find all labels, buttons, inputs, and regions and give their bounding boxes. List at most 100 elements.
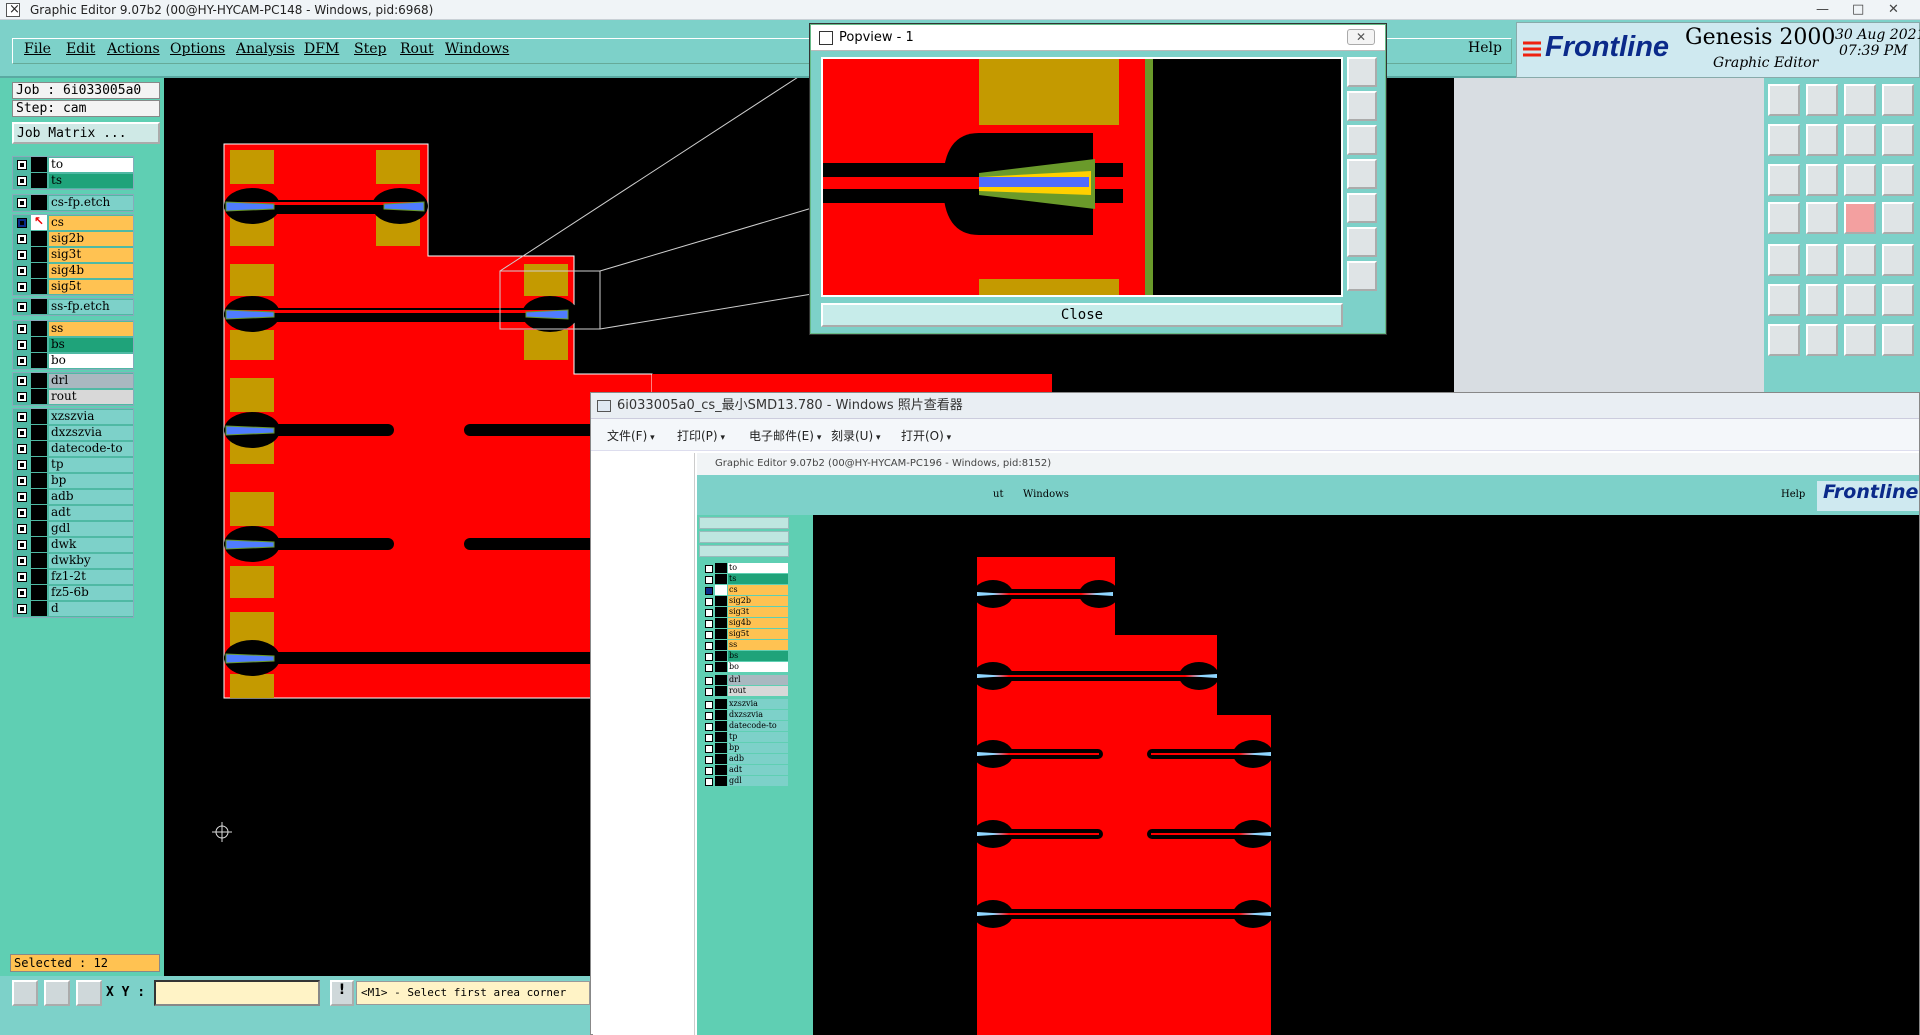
viewer-menu-print[interactable]: 打印(P)	[677, 427, 725, 444]
tool-button[interactable]	[1806, 84, 1838, 116]
layer-checkbox[interactable]	[17, 540, 27, 550]
zoom-button[interactable]	[1347, 57, 1377, 87]
scale-icon[interactable]	[1844, 164, 1876, 196]
tool-button[interactable]	[1806, 202, 1838, 234]
layer-checkbox[interactable]	[17, 492, 27, 502]
pan-down-icon[interactable]	[1347, 125, 1377, 155]
layer-row[interactable]: dxzszvia	[13, 425, 133, 441]
tool-button[interactable]	[1768, 84, 1800, 116]
menu-step[interactable]: Step	[354, 41, 386, 57]
viewer-menu-open[interactable]: 打开(O)	[901, 427, 951, 444]
layer-checkbox[interactable]	[17, 392, 27, 402]
fit-icon[interactable]	[1768, 164, 1800, 196]
menu-edit[interactable]: Edit	[66, 41, 95, 57]
layer-row[interactable]: fz5-6b	[13, 585, 133, 601]
ruler-icon[interactable]	[1844, 244, 1876, 276]
help-icon[interactable]	[1882, 164, 1914, 196]
layer-checkbox[interactable]	[17, 302, 27, 312]
layer-row[interactable]: adt	[13, 505, 133, 521]
layer-row[interactable]: gdl	[13, 521, 133, 537]
menu-dfm[interactable]: DFM	[304, 41, 339, 57]
layer-row[interactable]: sig2b	[13, 231, 133, 247]
menu-help[interactable]: Help	[1468, 20, 1518, 78]
layer-row[interactable]: rout	[13, 389, 133, 405]
tool-button[interactable]	[1806, 244, 1838, 276]
menu-actions[interactable]: Actions	[107, 41, 160, 57]
layer-checkbox[interactable]	[17, 356, 27, 366]
layer-checkbox[interactable]	[17, 412, 27, 422]
menu-analysis[interactable]: Analysis	[236, 41, 295, 57]
layer-row[interactable]: xzszvia	[13, 409, 133, 425]
fit-icon[interactable]	[1347, 227, 1377, 257]
layer-row[interactable]: sig4b	[13, 263, 133, 279]
tool-button[interactable]	[1768, 284, 1800, 316]
layer-row[interactable]: sig5t	[13, 279, 133, 295]
layer-checkbox[interactable]	[17, 324, 27, 334]
layer-checkbox[interactable]	[17, 556, 27, 566]
popview-close-icon[interactable]: ✕	[1347, 29, 1375, 45]
measure-icon[interactable]	[44, 980, 70, 1006]
tool-button[interactable]	[1768, 244, 1800, 276]
layer-checkbox[interactable]	[17, 198, 27, 208]
layer-checkbox[interactable]	[17, 218, 27, 228]
layer-row[interactable]: sig3t	[13, 247, 133, 263]
tool-button[interactable]	[1844, 124, 1876, 156]
layer-row[interactable]: fz1-2t	[13, 569, 133, 585]
layer-checkbox[interactable]	[17, 524, 27, 534]
tool-button[interactable]	[1768, 324, 1800, 356]
layer-row[interactable]: adb	[13, 489, 133, 505]
layer-row[interactable]: d	[13, 601, 133, 617]
pan-right-icon[interactable]	[1347, 193, 1377, 223]
tool-button[interactable]	[1806, 284, 1838, 316]
xy-input[interactable]	[154, 980, 320, 1006]
layer-checkbox[interactable]	[17, 444, 27, 454]
layer-row[interactable]: to	[13, 157, 133, 173]
snap-icon[interactable]	[12, 980, 38, 1006]
close-icon[interactable]: ✕	[1888, 0, 1899, 20]
layer-row-active[interactable]: ↖ cs	[13, 214, 133, 231]
layer-checkbox[interactable]	[17, 428, 27, 438]
layer-checkbox[interactable]	[17, 340, 27, 350]
tool-button[interactable]	[1844, 284, 1876, 316]
viewer-menu-burn[interactable]: 刻录(U)	[831, 427, 881, 444]
home-icon[interactable]	[1844, 84, 1876, 116]
tool-button[interactable]	[1844, 324, 1876, 356]
layer-row[interactable]: bo	[13, 353, 133, 369]
layer-row[interactable]: ss	[13, 321, 133, 337]
layer-checkbox[interactable]	[17, 250, 27, 260]
layer-checkbox[interactable]	[17, 460, 27, 470]
menu-options[interactable]: Options	[170, 41, 225, 57]
layer-checkbox[interactable]	[17, 572, 27, 582]
grid-icon[interactable]	[76, 980, 102, 1006]
info-button[interactable]: !	[330, 980, 354, 1006]
viewer-menu-email[interactable]: 电子邮件(E)	[749, 427, 821, 444]
popview-close-button[interactable]: Close	[821, 303, 1343, 327]
layer-row[interactable]: dwkby	[13, 553, 133, 569]
tool-button[interactable]	[1768, 124, 1800, 156]
layer-checkbox[interactable]	[17, 476, 27, 486]
layer-row[interactable]: ts	[13, 173, 133, 189]
tool-button[interactable]	[1806, 324, 1838, 356]
tool-button[interactable]	[1882, 244, 1914, 276]
popview-canvas[interactable]	[821, 57, 1343, 297]
layer-row[interactable]: tp	[13, 457, 133, 473]
layer-checkbox[interactable]	[17, 508, 27, 518]
tool-button[interactable]	[1844, 202, 1876, 234]
maximize-icon[interactable]: □	[1852, 0, 1864, 20]
layer-row[interactable]: drl	[13, 373, 133, 389]
pan-left-icon[interactable]	[1347, 159, 1377, 189]
layer-checkbox[interactable]	[17, 588, 27, 598]
layer-checkbox[interactable]	[17, 234, 27, 244]
menu-rout[interactable]: Rout	[400, 41, 434, 57]
zoom-fit-icon[interactable]	[1347, 261, 1377, 291]
job-matrix-button[interactable]: Job Matrix ...	[12, 122, 160, 144]
layer-row[interactable]: bp	[13, 473, 133, 489]
layer-row[interactable]: cs-fp.etch	[13, 195, 133, 211]
tool-button[interactable]	[1806, 124, 1838, 156]
layer-checkbox[interactable]	[17, 376, 27, 386]
viewer-menu-file[interactable]: 文件(F)	[607, 427, 655, 444]
menu-windows[interactable]: Windows	[445, 41, 509, 57]
layer-row[interactable]: bs	[13, 337, 133, 353]
tool-button[interactable]	[1768, 202, 1800, 234]
pan-up-icon[interactable]	[1347, 91, 1377, 121]
